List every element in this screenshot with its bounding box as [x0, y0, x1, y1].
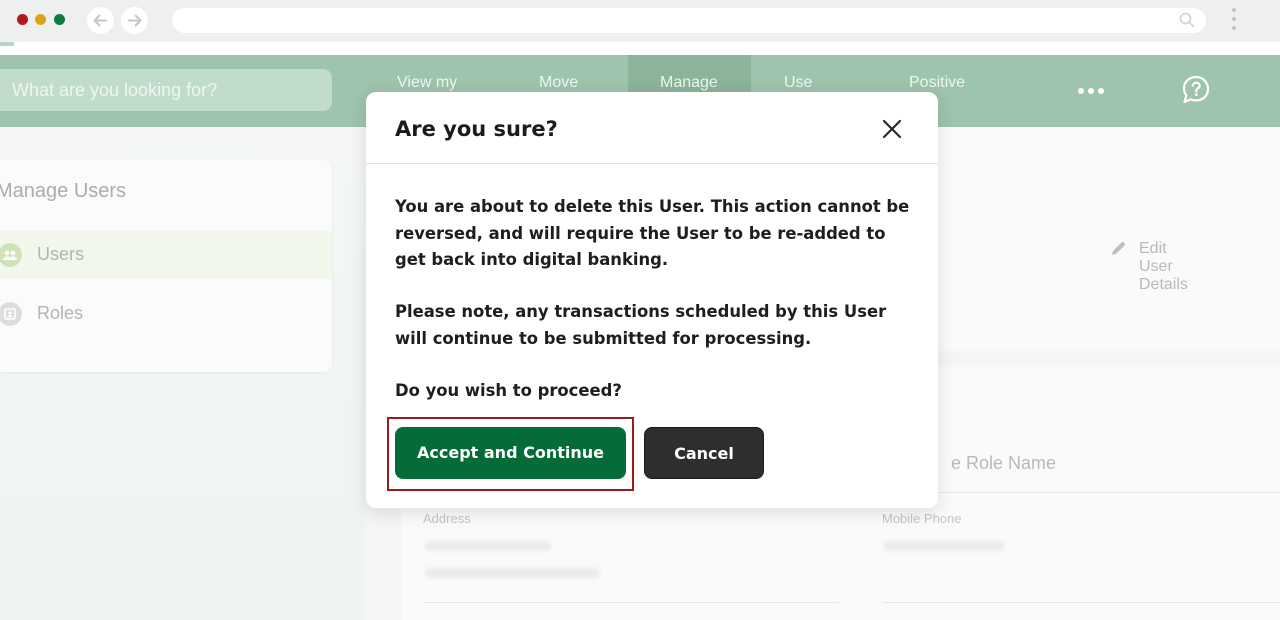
- nav-item-use[interactable]: Use: [784, 74, 812, 92]
- pencil-icon: [1112, 241, 1126, 255]
- address-line-redacted: [425, 568, 600, 578]
- sidebar-title: Manage Users: [0, 180, 127, 202]
- sidebar-item-label: Roles: [37, 303, 84, 323]
- close-icon[interactable]: [878, 115, 906, 143]
- arrow-left-icon: [93, 14, 107, 27]
- help-chat-icon[interactable]: [1180, 74, 1212, 106]
- dialog-header: Are you sure?: [366, 92, 938, 164]
- mobile-phone-label: Mobile Phone: [882, 511, 962, 526]
- edit-user-details-label: Edit User Details: [1139, 240, 1188, 293]
- forward-button[interactable]: [121, 7, 148, 34]
- minimize-window-dot[interactable]: [35, 14, 46, 25]
- dialog-warning-text: You are about to delete this User. This …: [395, 197, 910, 269]
- arrow-right-icon: [128, 14, 142, 27]
- nav-item-positive[interactable]: Positive: [909, 74, 965, 92]
- address-bar[interactable]: [172, 8, 1206, 33]
- address-line-redacted: [425, 541, 551, 551]
- nav-item-move[interactable]: Move: [539, 74, 578, 92]
- browser-chrome: [0, 0, 1280, 42]
- cancel-button[interactable]: Cancel: [644, 427, 764, 479]
- address-label: Address: [423, 511, 471, 526]
- sidebar-item-users[interactable]: Users: [0, 231, 332, 279]
- left-content-area: Manage Users Users Roles: [0, 127, 365, 620]
- role-name-label: e Role Name: [951, 453, 1057, 473]
- page-top-strip: [0, 42, 1280, 55]
- roles-icon: [0, 302, 22, 326]
- dialog-note-text: Please note, any transactions scheduled …: [395, 302, 887, 348]
- close-window-dot[interactable]: [17, 14, 28, 25]
- nav-item-view-my[interactable]: View my: [397, 74, 457, 92]
- nav-item-manage[interactable]: Manage: [660, 74, 718, 92]
- maximize-window-dot[interactable]: [54, 14, 65, 25]
- search-icon: [1179, 12, 1195, 28]
- global-search-input[interactable]: What are you looking for?: [0, 69, 332, 111]
- mobile-phone-redacted: [883, 541, 1005, 551]
- dialog-question-text: Do you wish to proceed?: [395, 381, 622, 400]
- more-horizontal-icon[interactable]: [1078, 88, 1104, 94]
- confirm-delete-dialog: Are you sure? You are about to delete th…: [366, 92, 938, 508]
- sidebar-item-roles[interactable]: Roles: [0, 290, 332, 338]
- back-button[interactable]: [87, 7, 114, 34]
- dialog-title: Are you sure?: [395, 117, 558, 141]
- browser-menu-icon[interactable]: [1230, 8, 1238, 34]
- logo-fragment: [0, 42, 14, 46]
- sidebar-item-label: Users: [37, 244, 85, 264]
- accept-and-continue-button[interactable]: Accept and Continue: [395, 427, 626, 479]
- row-divider: [423, 602, 839, 603]
- manage-users-sidebar: Manage Users Users Roles: [0, 160, 332, 372]
- row-divider: [882, 602, 1280, 603]
- users-icon: [0, 243, 22, 267]
